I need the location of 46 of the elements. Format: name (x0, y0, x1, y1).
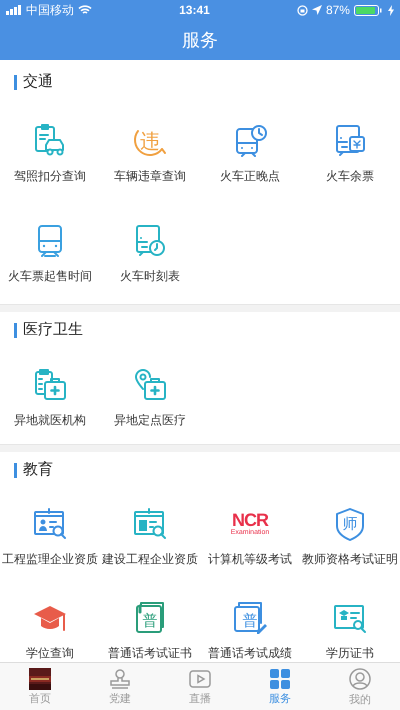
service-link[interactable]: 普通话考试成绩 (208, 645, 292, 661)
section-marker (14, 462, 17, 478)
service-link[interactable]: 火车正晚点 (220, 168, 280, 184)
service-link[interactable]: 学位查询 (26, 645, 74, 661)
carrier-name: 中国移动 (26, 2, 74, 19)
icon-glyph: 违 (140, 131, 160, 151)
service-link[interactable]: 计算机等级考试 (208, 551, 292, 567)
rotation-lock-icon (296, 4, 308, 16)
service-link[interactable]: 教师资格考试证明 (302, 551, 398, 567)
play-icon (188, 668, 212, 690)
service-link[interactable]: 车辆违章查询 (114, 168, 186, 184)
clock-time: 13:41 (179, 2, 210, 19)
location-arrow-icon (312, 5, 322, 15)
service-link[interactable]: 火车票起售时间 (8, 268, 92, 284)
battery-percent: 87% (326, 2, 350, 19)
id-card-search-icon (32, 506, 68, 542)
logo-text: NCR (232, 511, 268, 529)
service-link[interactable]: 异地就医机构 (14, 412, 86, 428)
service-link[interactable]: 普通话考试证书 (108, 645, 192, 661)
section-title: 教育 (23, 460, 53, 480)
location-medical-kit-icon (132, 367, 168, 403)
icon-glyph: 普 (142, 614, 158, 628)
section-title: 交通 (23, 72, 53, 92)
service-link[interactable]: 火车时刻表 (120, 268, 180, 284)
service-link[interactable]: 工程监理企业资质 (2, 551, 98, 567)
section-marker (14, 322, 17, 338)
service-link[interactable]: 驾照扣分查询 (14, 168, 86, 184)
page-title: 服务 (182, 28, 218, 52)
icon-glyph: 师 (342, 516, 358, 532)
service-link[interactable]: 异地定点医疗 (114, 412, 186, 428)
grid-icon (269, 668, 291, 690)
section-marker (14, 74, 17, 90)
service-link[interactable]: 建设工程企业资质 (102, 551, 198, 567)
section-title: 医疗卫生 (23, 320, 83, 340)
service-link[interactable]: 火车余票 (326, 168, 374, 184)
signal-icon (6, 5, 22, 15)
service-link[interactable]: 学历证书 (326, 645, 374, 661)
charging-bolt-icon (388, 4, 394, 16)
profile-icon (348, 667, 372, 691)
wifi-icon (78, 5, 92, 15)
clipboard-medical-kit-icon (32, 367, 68, 403)
building-card-search-icon (132, 506, 168, 542)
stamp-icon (108, 668, 132, 690)
battery-icon (354, 4, 384, 16)
icon-glyph: 普 (242, 614, 258, 628)
document-pen-icon (232, 600, 268, 636)
